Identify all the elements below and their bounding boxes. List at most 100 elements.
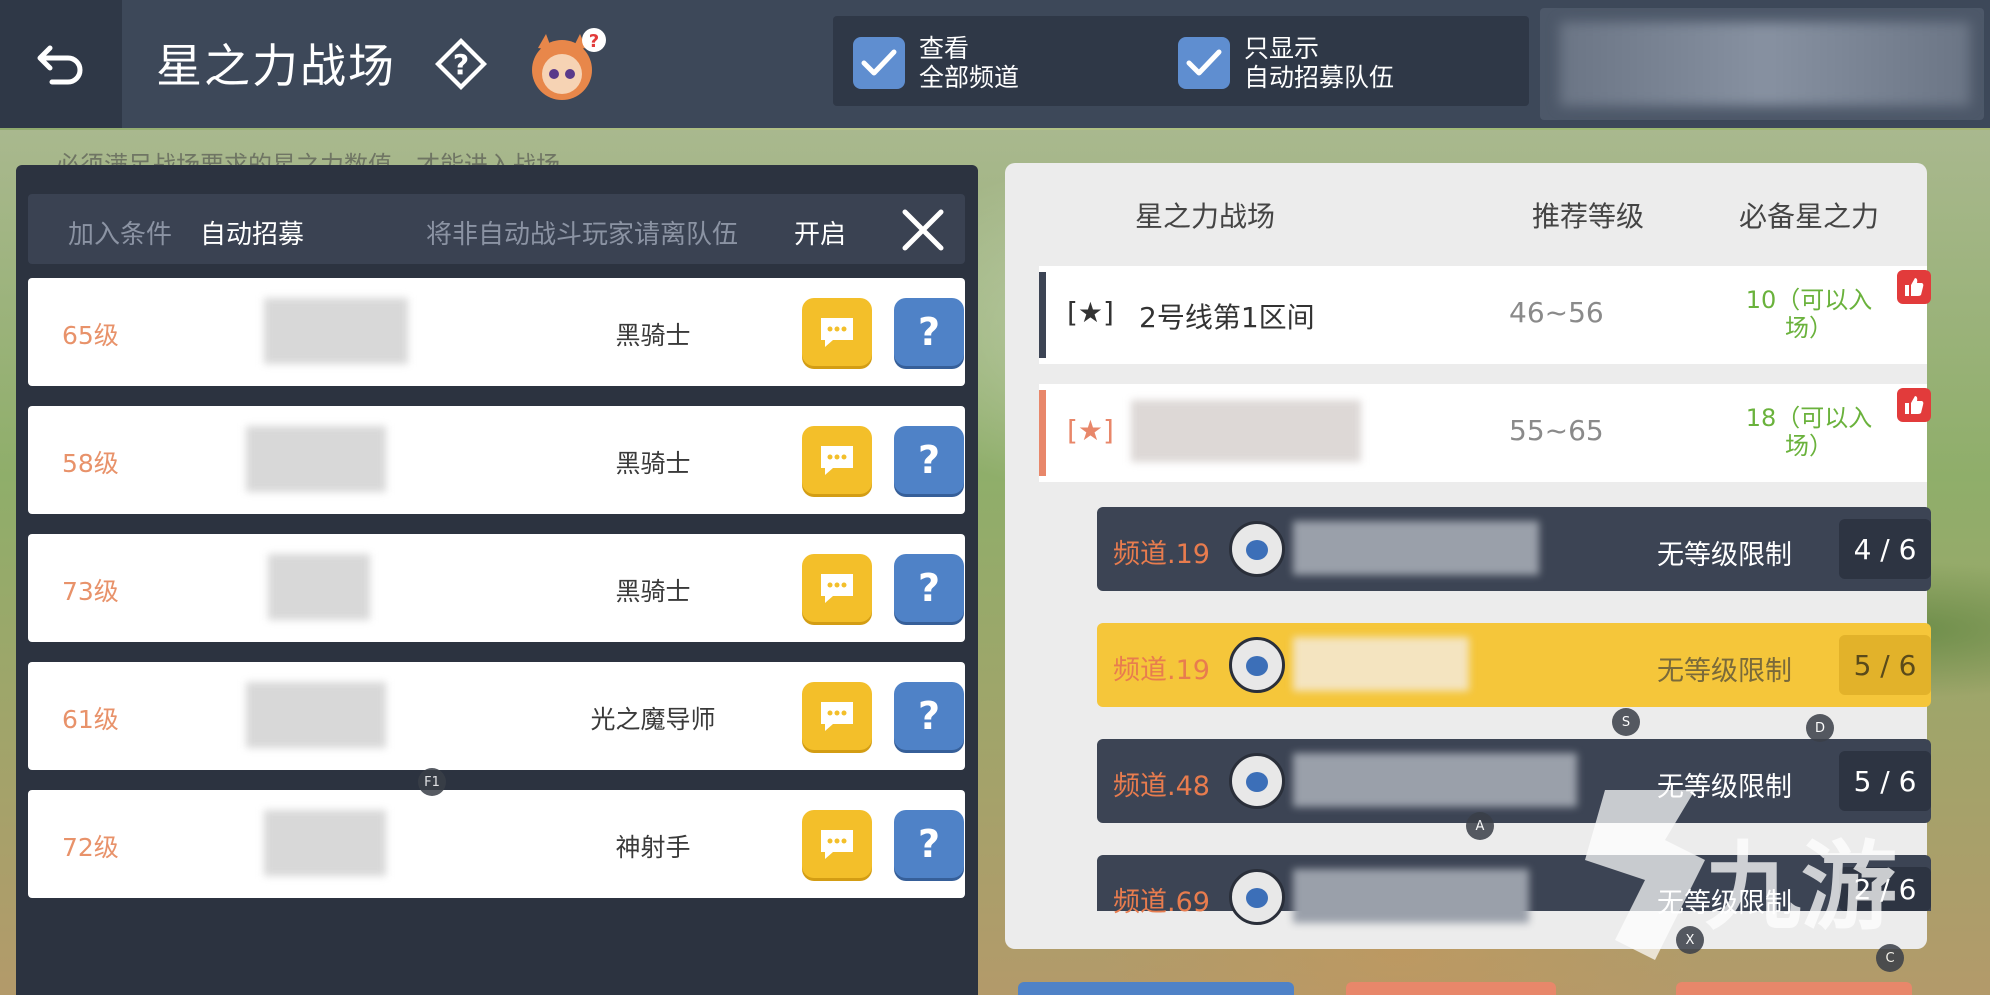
battlefield-name: 2号线第1区间 [1139,301,1315,334]
key-hint-a: A [1466,812,1494,840]
join-condition-value: 自动招募 [200,220,305,250]
channel-number: 频道.48 [1113,771,1210,802]
redacted-player-name [268,554,370,620]
filter-label-line1: 查看 [919,34,970,63]
row-edge-marker [1039,390,1046,476]
leader-avatar-icon [1229,521,1285,577]
filter-label-line2: 自动招募队伍 [1244,63,1395,92]
redacted-leader-name [1293,637,1469,691]
question-icon: ? [917,438,941,482]
leader-avatar-icon [1229,753,1285,809]
member-class: 神射手 [615,833,691,862]
top-bar: 星之力战场 ? ? 查看 全部频道 只显示 自动招募队伍 [0,0,1990,128]
redacted-panel [1540,8,1984,120]
team-member-row: 65级 黑骑士 ? [28,278,965,386]
question-icon: ? [917,566,941,610]
back-button[interactable] [0,0,122,128]
member-class: 黑骑士 [615,449,691,478]
thumbs-up-icon [1897,270,1931,304]
channel-number: 频道.19 [1113,655,1210,686]
chat-button[interactable] [802,682,872,750]
close-icon[interactable] [895,202,951,258]
key-hint-d: D [1806,714,1834,742]
level-limit: 无等级限制 [1657,540,1792,571]
filter-label-line1: 只显示 [1244,34,1320,63]
team-member-row: 73级 黑骑士 ? [28,534,965,642]
player-info-button[interactable]: ? [894,682,964,750]
chat-button[interactable] [802,426,872,494]
required-star-force: 18（可以入场） [1745,404,1873,460]
bottom-button-orange[interactable] [1346,982,1556,995]
player-info-button[interactable]: ? [894,298,964,366]
row-edge-marker [1039,272,1046,358]
thumbs-up-icon [1897,388,1931,422]
chat-button[interactable] [802,298,872,366]
star-marker: [★] [1067,414,1114,447]
player-info-button[interactable]: ? [894,810,964,878]
member-class: 黑骑士 [615,321,691,350]
battlefield-row[interactable]: [★] 2号线第1区间 46~56 10（可以入场） [1039,266,1931,364]
player-info-button[interactable]: ? [894,426,964,494]
chat-button[interactable] [802,554,872,622]
leader-avatar-icon [1229,637,1285,693]
chat-bubble-icon [821,318,853,347]
chat-button[interactable] [802,810,872,878]
help-icon[interactable]: ? [433,36,489,92]
view-all-channels-checkbox[interactable]: 查看 全部频道 [853,34,1019,92]
auto-recruit-only-checkbox[interactable]: 只显示 自动招募队伍 [1178,34,1394,92]
player-info-button[interactable]: ? [894,554,964,622]
level-limit: 无等级限制 [1657,656,1792,687]
recommended-level: 46~56 [1509,296,1604,329]
star-marker: [★] [1067,296,1114,329]
recommended-level: 55~65 [1509,414,1604,447]
checkbox-checked-icon [853,37,905,89]
team-member-row: 61级 光之魔导师 ? [28,662,965,770]
chat-bubble-icon [821,702,853,731]
question-icon: ? [917,822,941,866]
svg-text:?: ? [589,31,599,52]
bottom-button-blue[interactable] [1018,982,1294,995]
redacted-player-name [246,426,386,492]
back-arrow-icon [37,45,83,85]
svg-text:?: ? [453,48,469,81]
redacted-player-name [264,298,408,364]
key-hint-s: S [1612,708,1640,736]
redacted-leader-name [1293,753,1577,807]
redacted-leader-name [1293,521,1539,575]
key-hint-f1: F1 [418,768,446,796]
channel-row-selected[interactable]: 频道.19 无等级限制 5 / 6 [1097,623,1931,707]
header-battlefield: 星之力战场 [1135,200,1276,233]
watermark-text: 九游 [1705,831,1897,943]
team-member-row: 58级 黑骑士 ? [28,406,965,514]
kick-setting-label: 将非自动战斗玩家请离队伍 [426,220,739,250]
filter-label-line2: 全部频道 [919,63,1020,92]
member-level: 65级 [62,321,119,350]
redacted-leader-name [1293,869,1529,923]
redacted-battlefield-name [1131,400,1361,462]
channel-row[interactable]: 频道.19 无等级限制 4 / 6 [1097,507,1931,591]
redacted-player-name [246,682,386,748]
leader-avatar-icon [1229,869,1285,925]
battlefield-row[interactable]: [★] 55~65 18（可以入场） [1039,384,1931,482]
member-level: 61级 [62,705,119,734]
channel-number: 频道.69 [1113,887,1210,918]
filter-panel: 查看 全部频道 只显示 自动招募队伍 [833,16,1529,106]
jiuyou-watermark-logo: 九游 [1585,790,1897,960]
required-star-force: 10（可以入场） [1745,286,1873,342]
checkbox-checked-icon [1178,37,1230,89]
question-icon: ? [917,310,941,354]
team-member-row: 72级 神射手 ? [28,790,965,898]
mascot-guide-icon[interactable]: ? [522,26,608,104]
redacted-player-name [264,810,386,876]
join-condition-label: 加入条件 [68,220,173,250]
member-level: 72级 [62,833,119,862]
question-icon: ? [917,694,941,738]
channel-number: 频道.19 [1113,539,1210,570]
member-class: 黑骑士 [615,577,691,606]
chat-bubble-icon [821,574,853,603]
bottom-button-orange-2[interactable] [1676,982,1912,995]
chat-bubble-icon [821,446,853,475]
header-recommended-level: 推荐等级 [1532,200,1645,233]
member-count: 5 / 6 [1839,635,1931,695]
kick-setting-value: 开启 [794,220,847,250]
